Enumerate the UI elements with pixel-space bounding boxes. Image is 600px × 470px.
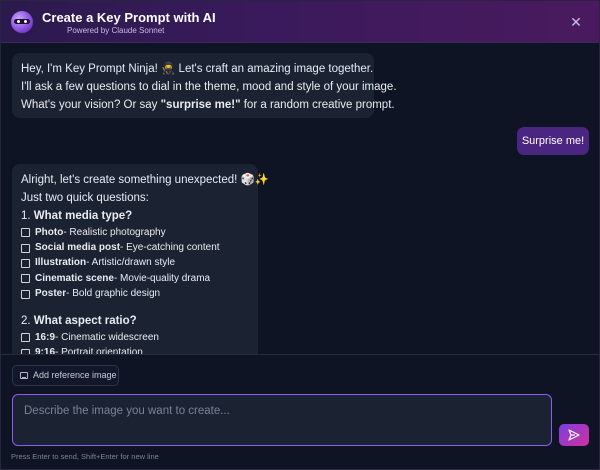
- option-description: - Portrait orientation: [55, 347, 143, 354]
- question-heading: 2. What aspect ratio?: [21, 312, 249, 330]
- option-item[interactable]: Photo - Realistic photography: [21, 225, 249, 240]
- keyboard-hint: Press Enter to send, Shift+Enter for new…: [11, 452, 159, 461]
- dialog-title: Create a Key Prompt with AI: [42, 10, 216, 25]
- image-icon: [20, 372, 28, 379]
- media-options: Photo - Realistic photography Social medi…: [21, 225, 249, 302]
- option-item[interactable]: Poster - Bold graphic design: [21, 287, 249, 302]
- message-text: Let's craft an amazing image together.: [175, 63, 374, 75]
- checkbox-icon[interactable]: [21, 228, 30, 238]
- message-emphasis: "surprise me!": [160, 99, 241, 111]
- send-button[interactable]: [559, 424, 589, 446]
- prompt-input-wrapper: [12, 394, 552, 446]
- checkbox-icon[interactable]: [21, 289, 30, 299]
- option-item[interactable]: Illustration - Artistic/drawn style: [21, 256, 249, 271]
- ninja-emoji: 🥷: [161, 63, 176, 75]
- question-text: What aspect ratio?: [33, 314, 137, 327]
- option-label: Poster: [35, 288, 67, 300]
- checkbox-icon[interactable]: [21, 333, 30, 343]
- ratio-options: 16:9 - Cinematic widescreen 9:16 - Portra…: [21, 330, 249, 354]
- checkbox-icon[interactable]: [21, 274, 30, 284]
- dialog-header: Create a Key Prompt with AI Powered by C…: [1, 1, 599, 43]
- option-item[interactable]: 9:16 - Portrait orientation: [21, 345, 249, 354]
- option-item[interactable]: 16:9 - Cinematic widescreen: [21, 330, 249, 345]
- question-number: 1.: [21, 210, 34, 222]
- question-text: What media type?: [33, 210, 133, 222]
- chat-area[interactable]: Hey, I'm Key Prompt Ninja! 🥷 Let's craft…: [1, 44, 599, 354]
- message-line: Just two quick questions:: [21, 192, 149, 204]
- assistant-message: Hey, I'm Key Prompt Ninja! 🥷 Let's craft…: [12, 53, 397, 118]
- checkbox-icon[interactable]: [21, 258, 30, 268]
- assistant-message: Alright, let's create something unexpect…: [12, 164, 270, 354]
- prompt-input[interactable]: [13, 395, 551, 445]
- user-message: Surprise me!: [517, 127, 589, 155]
- message-line: What's your vision? Or say "surprise me!…: [21, 96, 395, 114]
- question-number: 2.: [21, 314, 34, 327]
- message-text: Hey, I'm Key Prompt Ninja!: [21, 63, 162, 75]
- send-icon: [568, 429, 580, 441]
- dialog-subtitle: Powered by Claude Sonnet: [67, 26, 165, 35]
- option-label: 9:16: [35, 347, 56, 354]
- divider: [1, 354, 599, 355]
- ninja-logo-icon: [11, 11, 33, 33]
- message-line: Hey, I'm Key Prompt Ninja! 🥷 Let's craft…: [21, 60, 373, 78]
- option-description: - Bold graphic design: [66, 288, 161, 300]
- button-label: Add reference image: [33, 370, 117, 380]
- message-text: What's your vision? Or say: [21, 99, 161, 111]
- add-reference-image-button[interactable]: Add reference image: [12, 365, 119, 386]
- message-text: for a random creative prompt.: [240, 99, 395, 111]
- option-item[interactable]: Cinematic scene - Movie-quality drama: [21, 271, 249, 286]
- message-line: Alright, let's create something unexpect…: [21, 174, 270, 186]
- message-line: I'll ask a few questions to dial in the …: [21, 81, 397, 93]
- question-heading: 1. What media type?: [21, 207, 249, 225]
- checkbox-icon[interactable]: [21, 243, 30, 253]
- prompt-dialog: Create a Key Prompt with AI Powered by C…: [0, 0, 600, 470]
- option-item[interactable]: Social media post - Eye-catching content: [21, 240, 249, 255]
- close-icon[interactable]: ✕: [568, 14, 584, 30]
